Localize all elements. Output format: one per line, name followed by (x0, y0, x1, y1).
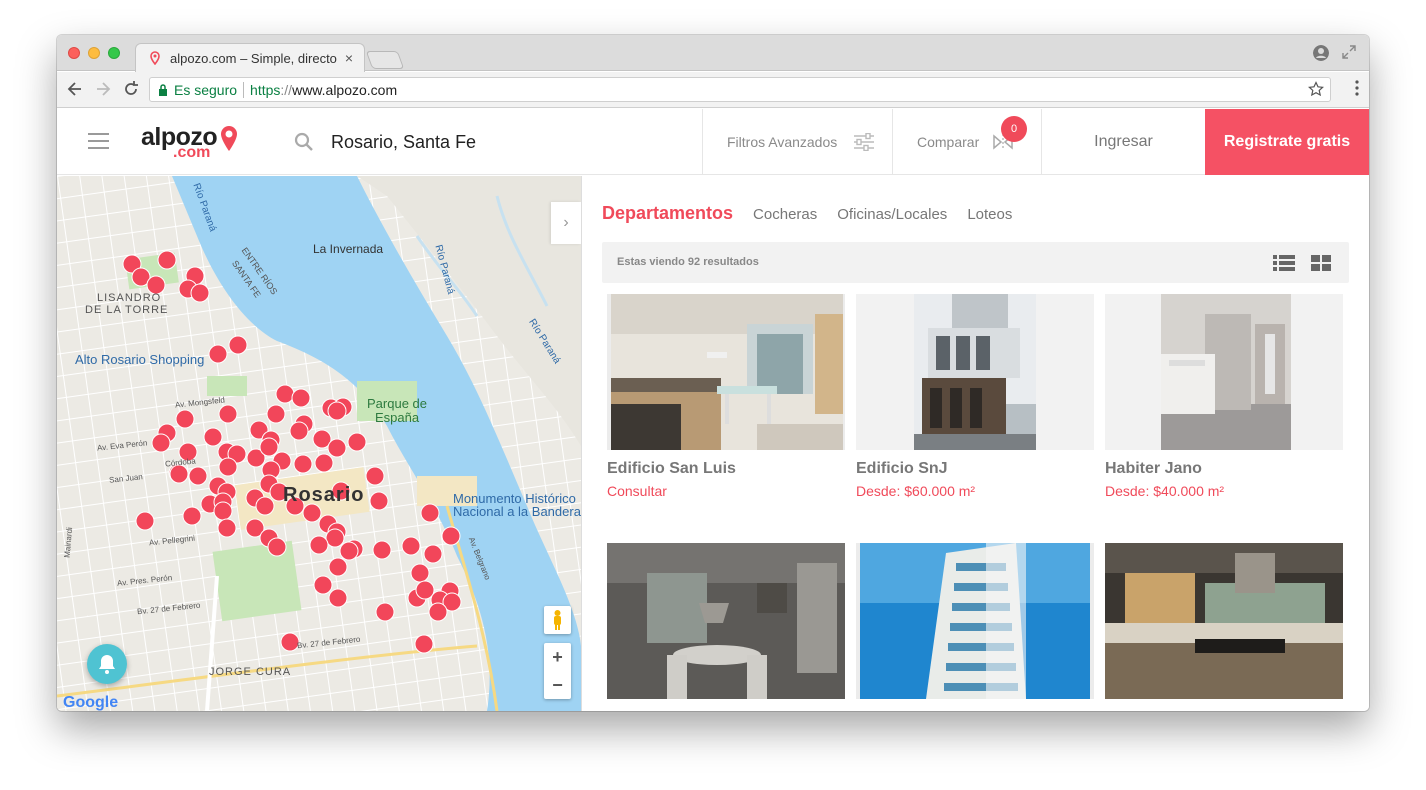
property-photo[interactable] (856, 543, 1094, 699)
notification-button[interactable] (87, 644, 127, 684)
browser-menu-icon[interactable] (1355, 80, 1359, 96)
hamburger-icon[interactable] (88, 133, 109, 149)
maximize-window-button[interactable] (108, 47, 120, 59)
close-window-button[interactable] (68, 47, 80, 59)
tab-cocheras[interactable]: Cocheras (753, 206, 817, 223)
property-price: Consultar (607, 483, 667, 499)
tab-loteos[interactable]: Loteos (967, 206, 1012, 223)
property-card[interactable]: Edificio San Luis Consultar (607, 294, 845, 499)
location-search-input[interactable]: Rosario, Santa Fe (331, 132, 476, 153)
address-bar[interactable]: Es seguro https :// www.alpozo.com (149, 77, 1331, 102)
tab-oficinas-locales[interactable]: Oficinas/Locales (837, 206, 947, 223)
profile-icon[interactable] (1313, 45, 1329, 61)
browser-toolbar: Es seguro https :// www.alpozo.com (57, 72, 1369, 108)
logo-pin-icon (221, 126, 237, 151)
browser-window: alpozo.com – Simple, directo × Es seguro… (57, 35, 1369, 711)
bell-icon (99, 655, 115, 674)
property-price: Desde: $60.000 m² (856, 483, 976, 499)
search-icon[interactable] (294, 132, 314, 152)
listing-panel: Departamentos Cocheras Oficinas/Locales … (581, 176, 1369, 711)
building-entrance-image (1105, 294, 1343, 450)
map-label-espana: España (375, 410, 420, 425)
tab-departamentos[interactable]: Departamentos (602, 203, 733, 224)
secure-label: Es seguro (174, 81, 238, 98)
url-host: www.alpozo.com (292, 81, 398, 98)
property-photo[interactable] (856, 294, 1094, 450)
filters-label: Filtros Avanzados (727, 134, 838, 150)
map-label-alto-rosario: Alto Rosario Shopping (75, 352, 205, 367)
map-label-la-invernada: La Invernada (313, 242, 384, 256)
map-label-lisandro: LISANDRO (97, 292, 162, 304)
property-photo[interactable] (607, 543, 845, 699)
kitchen-image (1105, 543, 1343, 699)
compare-label: Comparar (917, 134, 980, 150)
tab-title: alpozo.com – Simple, directo (170, 50, 337, 66)
map-label-monumento-2: Nacional a la Bandera (453, 504, 581, 519)
property-card[interactable] (856, 543, 1094, 709)
browser-tab[interactable]: alpozo.com – Simple, directo × (135, 43, 365, 72)
back-arrow-icon[interactable] (65, 79, 85, 99)
login-button[interactable]: Ingresar (1041, 109, 1205, 175)
url-scheme: https (250, 81, 281, 98)
pegman-icon (554, 610, 561, 630)
street-view-pegman[interactable] (544, 606, 571, 634)
reload-icon[interactable] (121, 79, 141, 99)
property-card[interactable] (1105, 543, 1343, 709)
map-zoom-controls: + − (544, 643, 571, 699)
site: alpozo .com Rosario, Santa Fe Filtros Av… (57, 109, 1369, 711)
category-tabs: Departamentos Cocheras Oficinas/Locales … (602, 203, 1012, 224)
site-logo[interactable]: alpozo .com (141, 123, 241, 163)
sliders-icon (854, 133, 875, 151)
dining-room-image (607, 543, 845, 699)
property-card[interactable] (607, 543, 845, 709)
zoom-in-button[interactable]: + (544, 643, 571, 671)
url-slashes: :// (280, 81, 293, 98)
address-divider (243, 81, 245, 98)
register-button[interactable]: Registrate gratis (1205, 109, 1369, 175)
property-card[interactable]: Edificio SnJ Desde: $60.000 m² (856, 294, 1094, 499)
property-price: Desde: $40.000 m² (1105, 483, 1225, 499)
google-logo: Google (63, 694, 119, 711)
map-label-parque: Parque de (367, 396, 427, 411)
results-bar: Estas viendo 92 resultados (602, 242, 1349, 283)
minimize-window-button[interactable] (88, 47, 100, 59)
tab-close-icon[interactable]: × (342, 50, 356, 66)
location-pin-icon (150, 51, 160, 65)
forward-arrow-icon[interactable] (93, 79, 113, 99)
lock-icon (159, 83, 167, 96)
map-label-jorge-cura: JORGE CURA (209, 666, 292, 678)
new-tab-button[interactable] (365, 51, 405, 69)
fullscreen-icon[interactable] (1341, 44, 1357, 60)
property-name[interactable]: Edificio SnJ (856, 460, 1094, 478)
grid-view-icon[interactable] (1311, 255, 1331, 271)
map-label-rosario: Rosario (283, 484, 365, 506)
compare-count-badge: 0 (1001, 116, 1027, 142)
tower-building-image (860, 543, 1090, 699)
tab-strip: alpozo.com – Simple, directo × (57, 35, 1369, 72)
apartment-interior-image (611, 294, 843, 450)
map-label-de-la-torre: DE LA TORRE (85, 304, 169, 316)
collapse-map-button[interactable]: › (551, 202, 581, 244)
list-view-icon[interactable] (1273, 255, 1295, 271)
property-photo[interactable] (1105, 543, 1343, 699)
property-name[interactable]: Edificio San Luis (607, 460, 845, 478)
site-header: alpozo .com Rosario, Santa Fe Filtros Av… (57, 109, 1369, 175)
property-photo[interactable] (1105, 294, 1343, 450)
zoom-out-button[interactable]: − (544, 671, 571, 699)
advanced-filters-button[interactable]: Filtros Avanzados (702, 109, 892, 175)
logo-sub: .com (173, 144, 211, 161)
map-panel[interactable]: La Invernada LISANDRO DE LA TORRE Alto R… (57, 176, 581, 711)
property-name[interactable]: Habiter Jano (1105, 460, 1343, 478)
bookmark-star-icon[interactable] (1308, 81, 1324, 97)
results-count: Estas viendo 92 resultados (617, 256, 759, 268)
property-photo[interactable] (607, 294, 845, 450)
property-card[interactable]: Habiter Jano Desde: $40.000 m² (1105, 294, 1343, 499)
building-facade-image (856, 294, 1094, 450)
